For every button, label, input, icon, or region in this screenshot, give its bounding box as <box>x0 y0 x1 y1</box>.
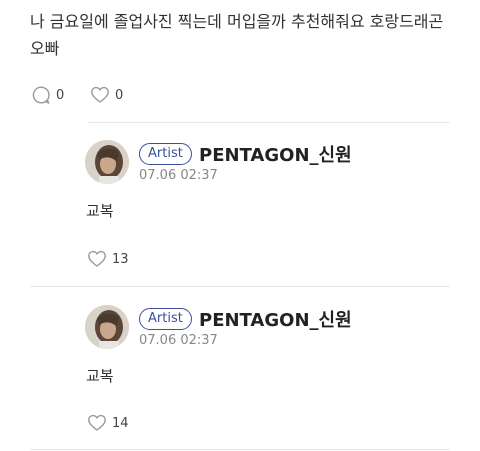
divider <box>30 449 450 450</box>
like-count-value: 13 <box>112 251 129 267</box>
reply-like-count[interactable]: 13 <box>87 249 129 269</box>
timestamp: 07.06 02:37 <box>139 168 218 183</box>
divider <box>30 286 450 287</box>
timestamp: 07.06 02:37 <box>139 333 218 348</box>
author-name[interactable]: PENTAGON_신원 <box>199 141 352 167</box>
artist-badge: Artist <box>139 308 192 330</box>
avatar[interactable] <box>85 305 129 349</box>
divider <box>88 122 450 123</box>
heart-icon <box>87 249 107 269</box>
like-count-value: 0 <box>115 87 124 103</box>
artist-badge: Artist <box>139 143 192 165</box>
like-count-value: 14 <box>112 415 129 431</box>
heart-icon <box>90 85 110 105</box>
reply-text: 교복 <box>86 202 114 220</box>
post-text: 나 금요일에 졸업사진 찍는데 머입을까 추천해줘요 호랑드래곤 오빠 <box>30 12 444 58</box>
reply-like-count[interactable]: 14 <box>87 413 129 433</box>
comment-count[interactable]: 0 <box>31 85 64 105</box>
comment-count-value: 0 <box>56 87 65 103</box>
avatar[interactable] <box>85 140 129 184</box>
like-count[interactable]: 0 <box>90 85 123 105</box>
author-name[interactable]: PENTAGON_신원 <box>199 306 352 332</box>
reply-text: 교복 <box>86 367 114 385</box>
comment-bubble-icon <box>31 85 51 105</box>
heart-icon <box>87 413 107 433</box>
